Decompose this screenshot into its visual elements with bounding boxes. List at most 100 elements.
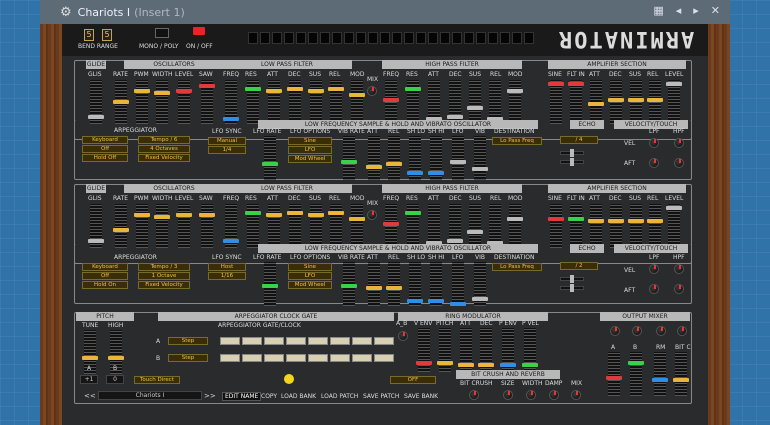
flt-in-slider[interactable] <box>568 80 584 124</box>
gate-a-step-6[interactable] <box>330 337 350 345</box>
v2-sine-slider[interactable] <box>548 204 564 248</box>
arp-octaves[interactable]: 4 Octaves <box>138 145 190 153</box>
v2-rate-slider[interactable] <box>113 204 129 248</box>
v2-hpf-freq-slider[interactable] <box>383 204 399 248</box>
ring-att-slider[interactable] <box>458 328 474 372</box>
v2-arp-hold[interactable]: Hold On <box>82 281 128 289</box>
gate-a-step-3[interactable] <box>264 337 284 345</box>
v2-vib-rate-slider[interactable] <box>341 262 357 306</box>
v2-sh-hi-slider[interactable] <box>428 262 444 306</box>
sh-att-slider[interactable] <box>366 136 382 180</box>
ring-dec-slider[interactable] <box>478 328 494 372</box>
v2-arp-mode[interactable]: Keyboard <box>82 263 128 271</box>
patch-name-display[interactable]: Chariots I <box>98 391 202 400</box>
hpf-res-slider[interactable] <box>405 80 421 124</box>
gate-a-step-4[interactable] <box>286 337 306 345</box>
v2-flt-in-slider[interactable] <box>568 204 584 248</box>
out-rm-knob[interactable] <box>656 326 666 336</box>
v2-hpf-att-slider[interactable] <box>426 204 442 248</box>
lpf-mod-slider[interactable] <box>349 80 365 124</box>
echo-slider-1[interactable] <box>560 149 584 157</box>
v2-lfo-rate-slider[interactable] <box>262 262 278 306</box>
hpf-sus-slider[interactable] <box>467 80 483 124</box>
amp-sus-slider[interactable] <box>628 80 644 124</box>
lfo-shape[interactable]: Sine <box>288 137 332 145</box>
v2-pwm-slider[interactable] <box>134 204 150 248</box>
v2-echo-slider-2[interactable] <box>560 284 584 292</box>
high-value[interactable]: 0 <box>106 375 124 384</box>
save-bank-button[interactable]: SAVE BANK <box>404 393 438 400</box>
amp-att-slider[interactable] <box>588 80 604 124</box>
width-slider[interactable] <box>154 80 170 124</box>
out-b-knob[interactable] <box>632 326 642 336</box>
out-bitc-knob[interactable] <box>677 326 687 336</box>
prev-patch-button[interactable]: << <box>84 392 96 400</box>
gate-b-step-1[interactable] <box>220 354 240 362</box>
amp-dec-slider[interactable] <box>608 80 624 124</box>
gate-b-step-6[interactable] <box>330 354 350 362</box>
gate-a-step-7[interactable] <box>352 337 372 345</box>
lpf-rel-slider[interactable] <box>328 80 344 124</box>
gate-b-step-8[interactable] <box>374 354 394 362</box>
save-patch-button[interactable]: SAVE PATCH <box>363 393 399 400</box>
v2-amp-rel-slider[interactable] <box>647 204 663 248</box>
hpf-dec-slider[interactable] <box>447 80 463 124</box>
pwm-slider[interactable] <box>134 80 150 124</box>
vel-lpf-knob[interactable] <box>649 138 659 148</box>
rate-slider[interactable] <box>113 80 129 124</box>
v2-sh-rel-slider[interactable] <box>386 262 402 306</box>
vib-rate-slider[interactable] <box>341 136 357 180</box>
ring-ab-knob[interactable] <box>398 331 408 341</box>
gate-off-button[interactable]: OFF <box>390 376 436 384</box>
arrow-left-icon[interactable]: ◂ <box>676 4 682 17</box>
gate-a-step-8[interactable] <box>374 337 394 345</box>
v2-vel-hpf-knob[interactable] <box>674 264 684 274</box>
v2-amp-level-slider[interactable] <box>666 204 682 248</box>
arp-hold[interactable]: Hold Off <box>82 154 128 162</box>
lfo-mod[interactable]: Mod Wheel <box>288 155 332 163</box>
v2-lfo-sync-div[interactable]: 1/16 <box>208 272 246 280</box>
v2-lpf-dec-slider[interactable] <box>287 204 303 248</box>
sh-lo-slider[interactable] <box>407 136 423 180</box>
lpf-freq-slider[interactable] <box>223 80 239 124</box>
v2-hpf-res-slider[interactable] <box>405 204 421 248</box>
glis-slider[interactable] <box>88 80 104 124</box>
load-patch-button[interactable]: LOAD PATCH <box>321 393 358 400</box>
bend-digit-1[interactable]: 5 <box>84 29 94 41</box>
v2-hpf-sus-slider[interactable] <box>467 204 483 248</box>
v2-lfo-destination[interactable]: Lo Pass Freq <box>492 263 542 271</box>
gate-b-mode[interactable]: Step <box>168 354 208 362</box>
level-slider[interactable] <box>176 80 192 124</box>
power-led[interactable] <box>193 27 205 35</box>
arp-velocity[interactable]: Fixed Velocity <box>138 154 190 162</box>
v2-lfo-shape[interactable]: Sine <box>288 263 332 271</box>
lfo-sync-div[interactable]: 1/4 <box>208 146 246 154</box>
lfo-destination[interactable]: Lo Pass Freq <box>492 137 542 145</box>
v2-vel-lpf-knob[interactable] <box>649 264 659 274</box>
v2-echo-slider-1[interactable] <box>560 275 584 283</box>
ring-venv-slider[interactable] <box>416 328 432 372</box>
v2-sh-lo-slider[interactable] <box>407 262 423 306</box>
copy-button[interactable]: COPY <box>261 393 277 400</box>
next-patch-button[interactable]: >> <box>204 392 216 400</box>
arrow-right-icon[interactable]: ▸ <box>693 4 699 17</box>
mono-poly-toggle[interactable] <box>155 28 169 38</box>
sine-slider[interactable] <box>548 80 564 124</box>
hpf-mod-slider[interactable] <box>507 80 523 124</box>
aft-hpf-knob[interactable] <box>674 158 684 168</box>
v2-mix-knob[interactable] <box>367 210 377 220</box>
lfo-rate-slider[interactable] <box>262 136 278 180</box>
touch-mode[interactable]: Touch Direct <box>134 376 180 384</box>
v2-echo-value[interactable]: / 2 <box>560 262 598 270</box>
sh-hi-slider[interactable] <box>428 136 444 180</box>
gate-a-mode[interactable]: Step <box>168 337 208 345</box>
gate-a-step-2[interactable] <box>242 337 262 345</box>
ring-pvel-slider[interactable] <box>522 328 538 372</box>
gate-a-step-5[interactable] <box>308 337 328 345</box>
hpf-rel-slider[interactable] <box>487 80 503 124</box>
v2-saw-slider[interactable] <box>199 204 215 248</box>
v2-lfo-sync-mode[interactable]: Host <box>208 263 246 271</box>
v2-lpf-freq-slider[interactable] <box>223 204 239 248</box>
tune-value[interactable]: +1 <box>80 375 98 384</box>
v2-lpf-sus-slider[interactable] <box>308 204 324 248</box>
